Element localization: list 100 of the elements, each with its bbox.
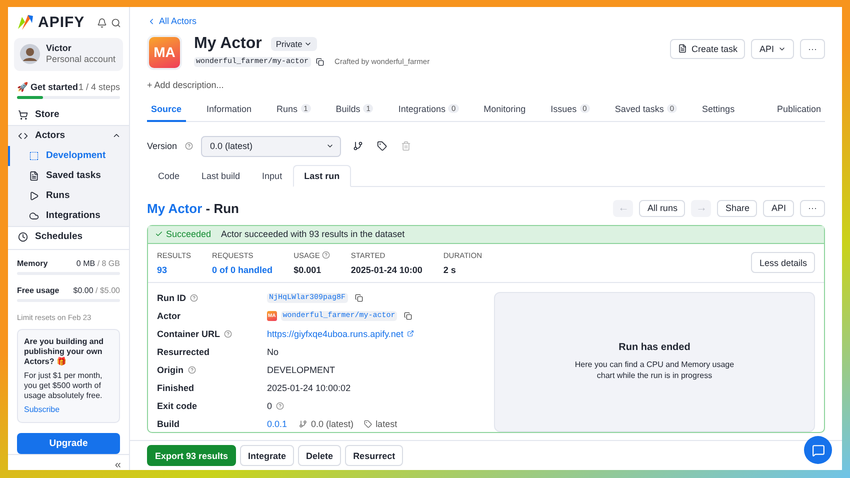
chevron-icon (326, 142, 334, 150)
tab[interactable]: Settings (698, 98, 739, 122)
help-icon (276, 402, 284, 410)
run-title: My Actor - Run (147, 200, 239, 216)
bell-icon[interactable] (97, 18, 107, 28)
account-type: Personal account (46, 54, 116, 66)
external-link-icon (407, 330, 414, 337)
tab[interactable]: Monitoring (480, 98, 530, 122)
detail-label: Actor (157, 310, 181, 320)
add-description-link[interactable]: + Add description... (147, 80, 224, 90)
nav-item[interactable]: Schedules (8, 226, 129, 246)
build-branch: 0.0 (latest) (311, 418, 354, 428)
chat-icon (812, 444, 824, 456)
stat-value: 2025-01-24 10:00 (350, 264, 422, 274)
branch-icon[interactable] (353, 141, 364, 151)
upgrade-button[interactable]: Upgrade (17, 433, 120, 454)
nav-item[interactable]: Integrations (8, 206, 129, 226)
help-icon (190, 294, 198, 302)
clock-icon (18, 232, 28, 242)
help-icon (322, 251, 330, 259)
status-label: Succeeded (166, 229, 212, 239)
run-button[interactable]: All runs (639, 200, 686, 216)
action-button[interactable]: Integrate (240, 445, 294, 466)
logo-icon (17, 14, 34, 31)
subscribe-link[interactable]: Subscribe (24, 404, 113, 416)
get-started-label: 🚀 Get started (17, 82, 78, 92)
less-details-button[interactable]: Less details (751, 252, 815, 273)
detail-label: Container URL (157, 328, 220, 338)
stat-link[interactable]: 93 (157, 264, 192, 274)
usage-label: Memory (17, 258, 48, 268)
branch-icon (299, 420, 308, 428)
collapse-button[interactable]: « (8, 454, 129, 470)
detail-label: Finished (157, 382, 194, 392)
create-task-button[interactable]: Create task (670, 38, 746, 58)
action-button[interactable]: Export 93 results (147, 445, 236, 466)
brand-name: APIFY (38, 14, 86, 31)
copy-icon[interactable] (316, 58, 324, 66)
nav-item[interactable]: Development (8, 146, 129, 166)
help-icon (185, 142, 194, 150)
detail-value: 0 (267, 400, 272, 410)
subtab[interactable]: Last run (293, 164, 351, 186)
actor-title: My Actor (194, 34, 262, 52)
detail-label: Origin (157, 364, 184, 374)
play-icon (29, 190, 39, 200)
more-button[interactable]: ··· (800, 38, 825, 58)
stat-link[interactable]: 0 of 0 handled (212, 264, 273, 274)
copy-icon[interactable] (404, 312, 412, 320)
bracket-icon (29, 150, 39, 160)
tab[interactable]: Publication (772, 98, 825, 122)
detail-label: Run ID (157, 292, 186, 302)
detail-value: 2025-01-24 10:00:02 (267, 382, 351, 392)
tab[interactable]: Information (202, 98, 256, 122)
back-link[interactable]: All Actors (147, 16, 197, 26)
tab[interactable]: Source (147, 98, 186, 122)
version-label: Version (147, 141, 178, 151)
nav-item[interactable]: Runs (8, 186, 129, 206)
promo-title: Are you building and publishing your own Actors? 🎁 (24, 336, 105, 368)
account-name: Victor (46, 43, 72, 54)
tag-icon[interactable] (377, 141, 388, 151)
detail-value: DEVELOPMENT (267, 364, 336, 374)
container-url-link[interactable]: https://giyfxqe4uboa.runs.apify.net (267, 328, 404, 338)
help-icon (188, 366, 196, 374)
steps-count: 1 / 4 steps (78, 82, 120, 92)
build-link[interactable]: 0.0.1 (267, 418, 288, 428)
stat-value: $0.001 (294, 264, 322, 274)
usage-label: Free usage (17, 286, 60, 294)
avatar-icon (20, 44, 40, 64)
action-button[interactable]: Delete (298, 445, 342, 466)
detail-label: Build (157, 418, 180, 428)
nav-item[interactable]: Actors (8, 126, 129, 146)
search-icon[interactable] (111, 18, 121, 28)
tag-icon (364, 420, 372, 428)
api-dropdown[interactable]: API (751, 38, 794, 58)
actor-logo: MA (147, 34, 182, 70)
status-message: Actor succeeded with 93 results in the dataset (221, 229, 405, 239)
panel-text: Here you can find a CPU and Memory usage chart while the run is in progress (574, 358, 736, 382)
build-tag: latest (376, 418, 398, 428)
detail-value: No (267, 346, 279, 356)
nav-item[interactable]: Saved tasks (8, 166, 129, 186)
copy-icon[interactable] (354, 294, 363, 302)
panel-title: Run has ended (618, 342, 690, 353)
version-select[interactable]: 0.0 (latest) (201, 136, 342, 156)
code-icon (18, 130, 28, 140)
cloud-icon (29, 210, 39, 220)
run-button[interactable]: ··· (800, 200, 825, 216)
usage-value: 0 MB / 8 GB (76, 258, 120, 268)
run-button[interactable]: API (763, 200, 794, 216)
chevron-left-icon (147, 16, 156, 26)
help-icon (224, 330, 232, 338)
run-button[interactable]: Share (717, 200, 758, 216)
nav-item[interactable]: Store (8, 104, 129, 124)
stat-value: 2 s (443, 264, 457, 274)
promo-text: For just $1 per month, you get $500 worth of usage absolutely free. (24, 370, 104, 402)
action-button[interactable]: Resurrect (345, 445, 404, 466)
account-switcher[interactable]: Victor Personal account (14, 38, 123, 70)
usage-value: $0.00 / $5.00 (73, 286, 120, 294)
detail-label: Resurrected (157, 346, 210, 356)
cart-icon (18, 110, 28, 120)
check-icon (155, 230, 163, 238)
visibility-dropdown[interactable]: Private (270, 36, 318, 50)
